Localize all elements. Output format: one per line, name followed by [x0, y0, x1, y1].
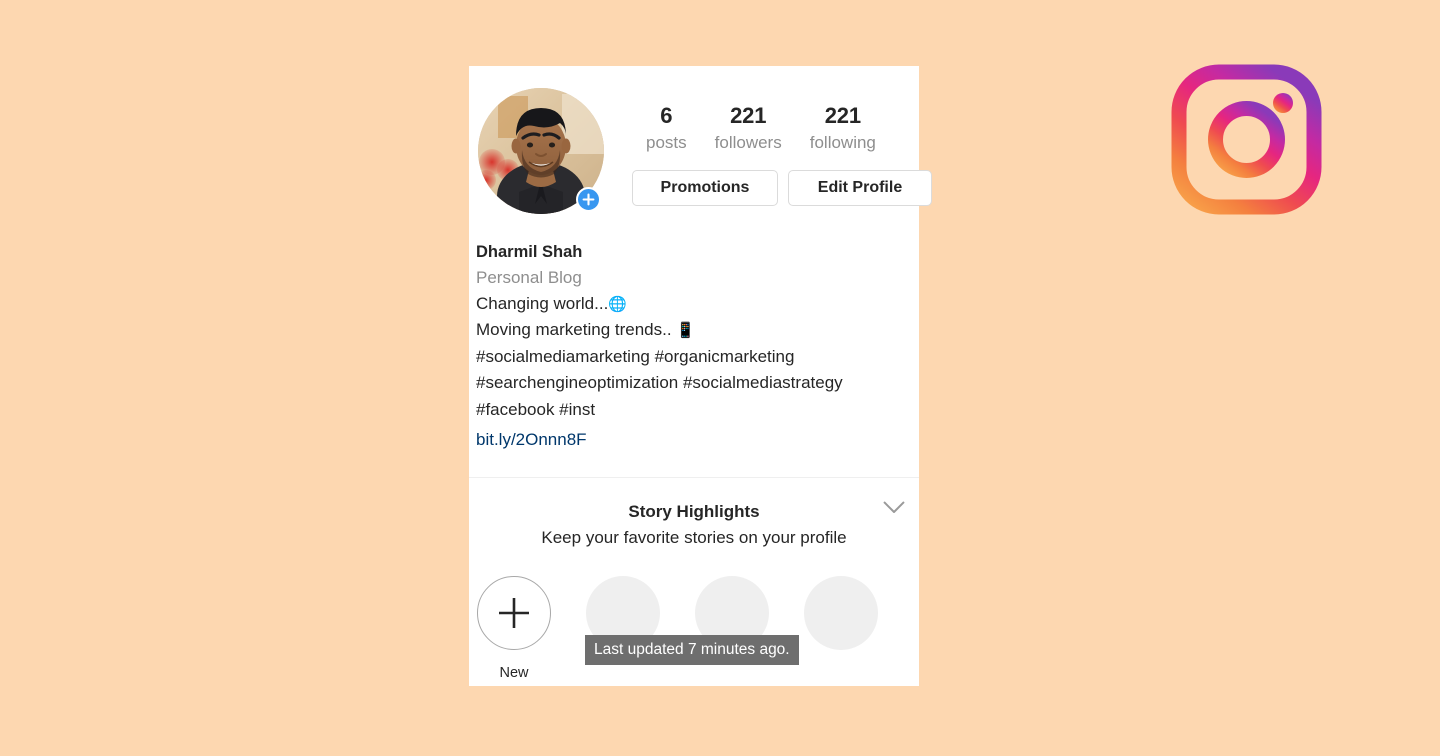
following-count: 221 — [824, 103, 861, 128]
globe-icon: 🌐 — [608, 295, 627, 313]
following-label: following — [809, 133, 876, 152]
highlight-item — [695, 576, 769, 682]
profile-header-right: 6 posts 221 followers 221 following Prom… — [604, 88, 932, 214]
profile-bio: Dharmil Shah Personal Blog Changing worl… — [469, 214, 919, 454]
last-updated-tooltip: Last updated 7 minutes ago. — [585, 635, 799, 665]
add-story-badge[interactable] — [576, 187, 601, 212]
bio-line-1-text: Changing world... — [476, 294, 609, 313]
stat-posts[interactable]: 6 posts — [632, 102, 701, 155]
bio-line-3: #socialmediamarketing #organicmarketing — [476, 346, 795, 366]
story-highlights-title: Story Highlights — [628, 502, 760, 522]
posts-label: posts — [646, 133, 687, 152]
bio-link[interactable]: bit.ly/2Onnn8F — [476, 426, 587, 454]
profile-display-name: Dharmil Shah — [476, 243, 583, 261]
story-highlights-subtitle: Keep your favorite stories on your profi… — [541, 528, 847, 548]
edit-profile-button[interactable]: Edit Profile — [788, 170, 932, 206]
profile-stats: 6 posts 221 followers 221 following — [632, 102, 932, 155]
highlight-item — [804, 576, 878, 682]
bio-line-5: #facebook #inst — [476, 399, 596, 419]
add-highlight-label: New — [499, 665, 529, 682]
highlight-thumbnail[interactable] — [804, 576, 878, 651]
instagram-logo — [1169, 62, 1324, 217]
promotions-button[interactable]: Promotions — [632, 170, 778, 206]
stat-followers[interactable]: 221 followers — [701, 102, 796, 155]
stat-following[interactable]: 221 following — [796, 102, 890, 155]
followers-label: followers — [714, 133, 782, 152]
bio-line-1: Changing world...🌐 — [476, 291, 909, 317]
mobile-phone-icon: 📱 — [676, 321, 695, 340]
highlight-item — [586, 576, 660, 682]
add-highlight-button[interactable] — [477, 576, 551, 651]
bio-line-4: #searchengineoptimization #socialmediast… — [476, 373, 843, 393]
chevron-down-icon[interactable] — [881, 494, 907, 520]
followers-count: 221 — [730, 103, 767, 128]
profile-header: 6 posts 221 followers 221 following Prom… — [469, 66, 932, 214]
avatar-container — [478, 88, 604, 214]
instagram-profile-card: 6 posts 221 followers 221 following Prom… — [469, 66, 932, 686]
profile-category: Personal Blog — [476, 268, 582, 287]
bio-line-2: Moving marketing trends.. 📱 — [476, 317, 909, 343]
posts-count: 6 — [660, 103, 673, 128]
highlight-new: New — [477, 576, 551, 682]
profile-action-buttons: Promotions Edit Profile — [632, 170, 932, 206]
bio-line-2-text: Moving marketing trends.. — [476, 320, 677, 340]
